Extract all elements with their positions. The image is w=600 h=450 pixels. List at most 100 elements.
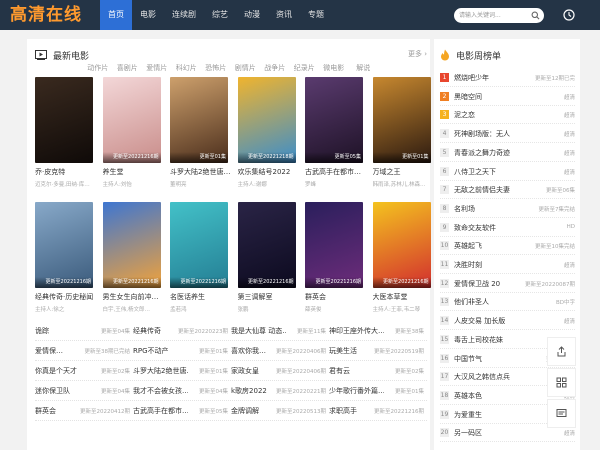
list-item[interactable]: 诡踪 更新至04集 — [35, 326, 133, 338]
list-item-name[interactable]: 你真是个天才 — [35, 366, 90, 376]
movie-poster[interactable]: 更新至20221216期 — [305, 202, 363, 288]
list-item[interactable]: k歌房2022 更新至20220221期 — [231, 386, 329, 398]
nav-item-5[interactable]: 资讯 — [268, 0, 300, 30]
rank-item-name[interactable]: 致命交友软件 — [454, 223, 526, 233]
movie-title[interactable]: 名医话养生 — [170, 292, 234, 302]
genre-link[interactable]: 微电影 — [319, 63, 349, 73]
genre-link[interactable]: 爱情片 — [142, 63, 172, 73]
list-item[interactable]: 神印王座外传大… 更新至38集 — [329, 326, 427, 338]
rank-item-name[interactable]: 中国节气 — [454, 354, 526, 364]
list-item[interactable]: 你真是个天才 更新至02集 — [35, 366, 133, 378]
ranking-item[interactable]: 4 死神剧场版：无人 超清 — [440, 125, 575, 144]
ranking-item[interactable]: 8 名利场 更新至7集完结 — [440, 200, 575, 218]
list-item[interactable]: 君有云 更新至02集 — [329, 366, 427, 378]
nav-item-3[interactable]: 综艺 — [204, 0, 236, 30]
clock-icon[interactable] — [563, 9, 575, 21]
list-item[interactable]: 金牌调解 更新至20220513期 — [231, 406, 329, 418]
movie-poster[interactable] — [35, 77, 93, 163]
ranking-item[interactable]: 12 爱情保卫战 20 更新至20220087期 — [440, 275, 575, 293]
movie-title[interactable]: 经典传奇·历史秘闻 — [35, 292, 99, 302]
rank-item-name[interactable]: 英雄本色 — [454, 391, 526, 401]
list-item[interactable]: 我才不会被女孩… 更新至04集 — [133, 386, 231, 398]
nav-item-4[interactable]: 动漫 — [236, 0, 268, 30]
list-item-name[interactable]: 诡踪 — [35, 326, 90, 336]
rank-item-name[interactable]: 八侍卫之天下 — [454, 167, 526, 177]
genre-link[interactable]: 动作片 — [83, 63, 113, 73]
rank-item-name[interactable]: 死神剧场版：无人 — [454, 129, 526, 139]
rank-item-name[interactable]: 黑暗空间 — [454, 92, 526, 102]
rank-item-name[interactable]: 英雄起飞 — [454, 241, 526, 251]
nav-item-2[interactable]: 连续剧 — [164, 0, 204, 30]
movie-title[interactable]: 群英会 — [305, 292, 369, 302]
list-item-name[interactable]: 神印王座外传大… — [329, 326, 384, 336]
movie-title[interactable]: 万域之王 — [373, 167, 437, 177]
genre-link[interactable]: 解说 — [349, 63, 379, 73]
list-item[interactable]: 古武高手在都市… 更新至05集 — [133, 406, 231, 418]
list-item-name[interactable]: 斗罗大陆2绝世唐… — [133, 366, 188, 376]
list-item[interactable]: 喜欢你我… 更新至20220406期 — [231, 346, 329, 358]
ranking-item[interactable]: 3 泥之恋 超清 — [440, 106, 575, 125]
ranking-item[interactable]: 6 八侍卫之天下 超清 — [440, 163, 575, 181]
genre-link[interactable]: 战争片 — [260, 63, 290, 73]
search-icon[interactable] — [531, 11, 540, 20]
movie-title[interactable]: 养生堂 — [103, 167, 167, 177]
list-item[interactable]: RPG不动产 更新至01集 — [133, 346, 231, 358]
ranking-item[interactable]: 5 青春派之舞力奇迹 超清 — [440, 144, 575, 162]
movie-poster[interactable]: 更新至05集 — [305, 77, 363, 163]
list-item[interactable]: 求职高手 更新至20221216期 — [329, 406, 427, 418]
list-item-name[interactable]: 古武高手在都市… — [133, 406, 188, 416]
list-item[interactable]: 斗罗大陆2绝世唐… 更新至01集 — [133, 366, 231, 378]
list-item-name[interactable]: 爱情保… — [35, 346, 90, 356]
list-item-name[interactable]: 君有云 — [329, 366, 384, 376]
movie-poster[interactable]: 更新至01集 — [170, 77, 228, 163]
movie-poster[interactable]: 更新至20221218期 — [237, 77, 296, 163]
rank-item-name[interactable]: 另一码区 — [454, 428, 526, 438]
rank-item-name[interactable]: 无敌之前情侣夫妻 — [454, 185, 526, 195]
list-item[interactable]: 家政女皇 更新至20220406期 — [231, 366, 329, 378]
ranking-item[interactable]: 13 他们非圣人 BD中字 — [440, 293, 575, 312]
list-item[interactable]: 经典传奇 更新至20220223期 — [133, 326, 231, 338]
message-button[interactable] — [547, 399, 576, 428]
genre-link[interactable]: 喜剧片 — [113, 63, 143, 73]
movie-title[interactable]: 第三调解室 — [238, 292, 302, 302]
grid-button[interactable] — [547, 368, 576, 397]
more-link[interactable]: 更多 › — [408, 49, 427, 59]
movie-title[interactable]: 乔·皮克特 — [35, 167, 99, 177]
ranking-item[interactable]: 11 决胜时刻 超清 — [440, 256, 575, 274]
list-item[interactable]: 迷你保卫队 更新至04集 — [35, 386, 133, 398]
ranking-item[interactable]: 9 致命交友软件 HD — [440, 219, 575, 237]
genre-link[interactable]: 科幻片 — [172, 63, 202, 73]
ranking-item[interactable]: 7 无敌之前情侣夫妻 更新至06集 — [440, 181, 575, 200]
list-item[interactable]: 我是大仙尊 动态… 更新至11集 — [231, 326, 329, 338]
site-logo[interactable]: 高清在线 — [10, 4, 82, 26]
movie-poster[interactable]: 更新至20221216期 — [35, 202, 93, 288]
list-item-name[interactable]: 迷你保卫队 — [35, 386, 90, 396]
movie-poster[interactable]: 更新至20221216期 — [102, 77, 161, 163]
ranking-item[interactable]: 10 英雄起飞 更新至10集完结 — [440, 237, 575, 256]
ranking-item[interactable]: 1 燃烧吧少年 更新至12期已完 — [440, 69, 575, 87]
genre-link[interactable]: 恐怖片 — [201, 63, 231, 73]
list-item-name[interactable]: 我是大仙尊 动态… — [231, 326, 286, 336]
rank-item-name[interactable]: 他们非圣人 — [454, 297, 526, 307]
movie-title[interactable]: 欢乐集结号2022 — [238, 167, 302, 177]
movie-poster[interactable]: 更新至20221216期 — [170, 202, 228, 288]
list-item[interactable]: 群英会 更新至20220412期 — [35, 406, 133, 418]
movie-title[interactable]: 斗罗大陆2绝世唐… — [170, 167, 234, 177]
movie-poster[interactable]: 更新至20221216期 — [102, 202, 161, 288]
list-item[interactable]: 玩美生活 更新至20220519期 — [329, 346, 427, 358]
movie-poster[interactable]: 更新至20221216期 — [372, 202, 431, 288]
nav-item-0[interactable]: 首页 — [100, 0, 132, 30]
search-input[interactable]: 请输入关键词... — [454, 8, 544, 23]
rank-item-name[interactable]: 决胜时刻 — [454, 260, 526, 270]
rank-item-name[interactable]: 爱情保卫战 20 — [454, 279, 526, 289]
rank-item-name[interactable]: 人皮交易 加长版 — [454, 316, 526, 326]
rank-item-name[interactable]: 大汉风之韩信点兵 — [454, 372, 526, 382]
genre-link[interactable]: 纪录片 — [290, 63, 320, 73]
rank-item-name[interactable]: 泥之恋 — [454, 110, 526, 120]
rank-item-name[interactable]: 为爱重生 — [454, 410, 526, 420]
rank-item-name[interactable]: 燃烧吧少年 — [454, 73, 526, 83]
movie-title[interactable]: 古武高手在都市… — [305, 167, 369, 177]
ranking-item[interactable]: 2 黑暗空间 超清 — [440, 88, 575, 106]
genre-link[interactable]: 剧情片 — [231, 63, 261, 73]
nav-item-6[interactable]: 专题 — [300, 0, 332, 30]
